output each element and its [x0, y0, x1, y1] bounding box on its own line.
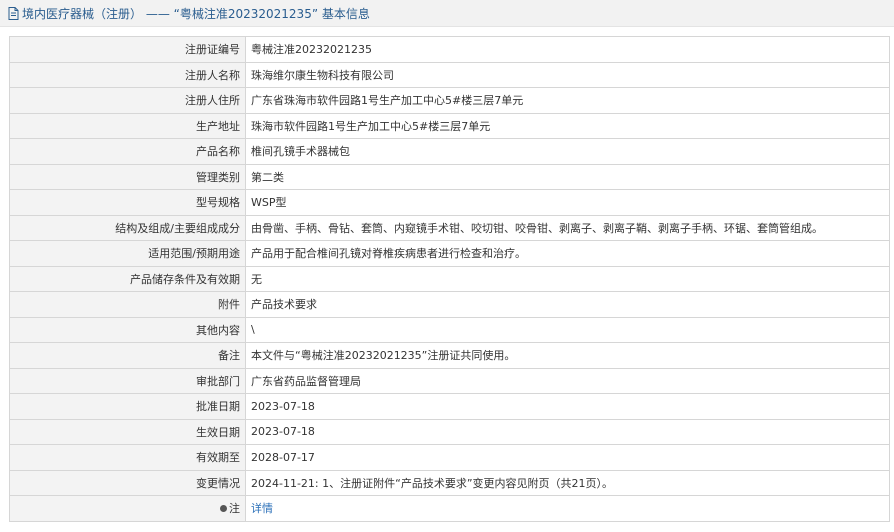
row-value: \ — [245, 316, 890, 343]
row-label: 生产地址 — [9, 112, 246, 139]
row-label: 其他内容 — [9, 316, 246, 343]
row-label: 注 — [9, 495, 246, 522]
table-row: 适用范围/预期用途 产品用于配合椎间孔镜对脊椎疾病患者进行检查和治疗。 — [9, 240, 890, 267]
row-value: 2024-11-21: 1、注册证附件“产品技术要求”变更内容见附页（共21页）… — [245, 469, 890, 496]
row-value: WSP型 — [245, 189, 890, 216]
row-value: 珠海市软件园路1号生产加工中心5#楼三层7单元 — [245, 112, 890, 139]
table-row: 生效日期 2023-07-18 — [9, 418, 890, 445]
table-row: 变更情况 2024-11-21: 1、注册证附件“产品技术要求”变更内容见附页（共… — [9, 469, 890, 496]
row-label: 管理类别 — [9, 163, 246, 190]
table-row-note: 注 详情 — [9, 495, 890, 522]
row-label: 注册证编号 — [9, 36, 246, 63]
table-row: 注册人住所 广东省珠海市软件园路1号生产加工中心5#楼三层7单元 — [9, 87, 890, 114]
row-label: 有效期至 — [9, 444, 246, 471]
row-label: 批准日期 — [9, 393, 246, 420]
row-label: 审批部门 — [9, 367, 246, 394]
row-value: 由骨凿、手柄、骨钻、套筒、内窥镜手术钳、咬切钳、咬骨钳、剥离子、剥离子鞘、剥离子… — [245, 214, 890, 241]
page-title: 境内医疗器械（注册） —— “粤械注准20232021235” 基本信息 — [22, 6, 370, 21]
info-table: 注册证编号 粤械注准20232021235 注册人名称 珠海维尔康生物科技有限公司 注册… — [9, 36, 890, 522]
table-row: 批准日期 2023-07-18 — [9, 393, 890, 420]
row-label: 附件 — [9, 291, 246, 318]
row-label: 备注 — [9, 342, 246, 369]
row-value: 广东省药品监督管理局 — [245, 367, 890, 394]
table-row: 生产地址 珠海市软件园路1号生产加工中心5#楼三层7单元 — [9, 112, 890, 139]
row-value: 产品技术要求 — [245, 291, 890, 318]
note-label-text: 注 — [229, 502, 240, 516]
table-row: 备注 本文件与“粤械注准20232021235”注册证共同使用。 — [9, 342, 890, 369]
table-row: 附件 产品技术要求 — [9, 291, 890, 318]
row-value: 粤械注准20232021235 — [245, 36, 890, 63]
row-value: 珠海维尔康生物科技有限公司 — [245, 61, 890, 88]
info-table-container: 注册证编号 粤械注准20232021235 注册人名称 珠海维尔康生物科技有限公司 注册… — [9, 36, 890, 522]
table-row: 有效期至 2028-07-17 — [9, 444, 890, 471]
document-icon — [8, 6, 19, 20]
row-label: 型号规格 — [9, 189, 246, 216]
row-value: 第二类 — [245, 163, 890, 190]
row-value: 本文件与“粤械注准20232021235”注册证共同使用。 — [245, 342, 890, 369]
table-row: 管理类别 第二类 — [9, 163, 890, 190]
row-value: 椎间孔镜手术器械包 — [245, 138, 890, 165]
table-row: 其他内容 \ — [9, 316, 890, 343]
row-value: 广东省珠海市软件园路1号生产加工中心5#楼三层7单元 — [245, 87, 890, 114]
row-value: 2023-07-18 — [245, 393, 890, 420]
row-label: 注册人住所 — [9, 87, 246, 114]
bullet-icon — [220, 504, 227, 512]
table-row: 结构及组成/主要组成成分 由骨凿、手柄、骨钻、套筒、内窥镜手术钳、咬切钳、咬骨钳、… — [9, 214, 890, 241]
table-row: 注册人名称 珠海维尔康生物科技有限公司 — [9, 61, 890, 88]
row-value: 无 — [245, 265, 890, 292]
table-row: 审批部门 广东省药品监督管理局 — [9, 367, 890, 394]
row-value: 2028-07-17 — [245, 444, 890, 471]
row-label: 变更情况 — [9, 469, 246, 496]
row-value: 2023-07-18 — [245, 418, 890, 445]
row-value: 产品用于配合椎间孔镜对脊椎疾病患者进行检查和治疗。 — [245, 240, 890, 267]
row-label: 产品储存条件及有效期 — [9, 265, 246, 292]
table-row: 产品储存条件及有效期无 — [9, 265, 890, 292]
table-row: 产品名称 椎间孔镜手术器械包 — [9, 138, 890, 165]
row-label: 结构及组成/主要组成成分 — [9, 214, 246, 241]
row-label: 生效日期 — [9, 418, 246, 445]
table-row: 型号规格 WSP型 — [9, 189, 890, 216]
table-row: 注册证编号 粤械注准20232021235 — [9, 36, 890, 63]
row-label: 注册人名称 — [9, 61, 246, 88]
row-value: 详情 — [245, 495, 890, 522]
page-header: 境内医疗器械（注册） —— “粤械注准20232021235” 基本信息 — [0, 0, 894, 27]
row-label: 适用范围/预期用途 — [9, 240, 246, 267]
details-link[interactable]: 详情 — [251, 502, 273, 515]
row-label: 产品名称 — [9, 138, 246, 165]
